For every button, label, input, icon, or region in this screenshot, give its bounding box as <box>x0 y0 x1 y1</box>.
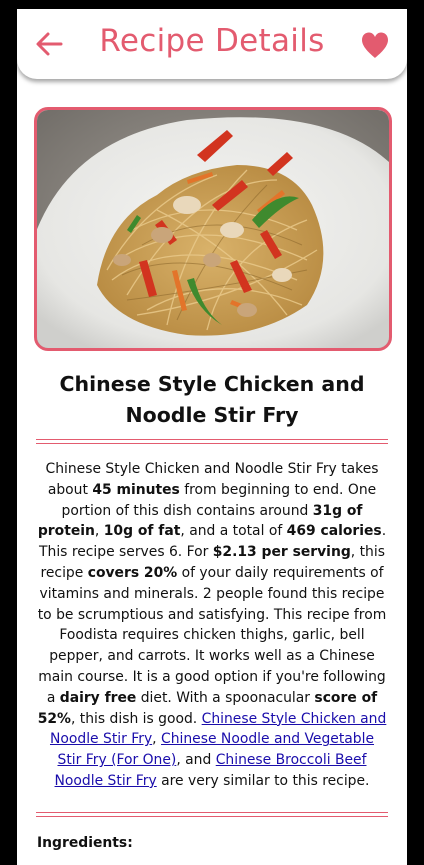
recipe-photo <box>37 110 389 348</box>
ingredients-heading: Ingredients: <box>37 835 133 851</box>
page-title: Recipe Details <box>99 23 325 59</box>
app-bar: Recipe Details <box>17 9 407 79</box>
heart-icon[interactable] <box>360 31 390 59</box>
recipe-details-screen: Recipe Details Chinese Style Chicken and… <box>17 9 407 865</box>
recipe-summary: Chinese Style Chicken and Noodle Stir Fr… <box>37 461 387 789</box>
recipe-title: Chinese Style Chicken and Noodle Stir Fr… <box>59 372 365 427</box>
recipe-image <box>34 107 392 351</box>
summary-divider <box>36 812 388 817</box>
title-divider <box>36 439 388 444</box>
